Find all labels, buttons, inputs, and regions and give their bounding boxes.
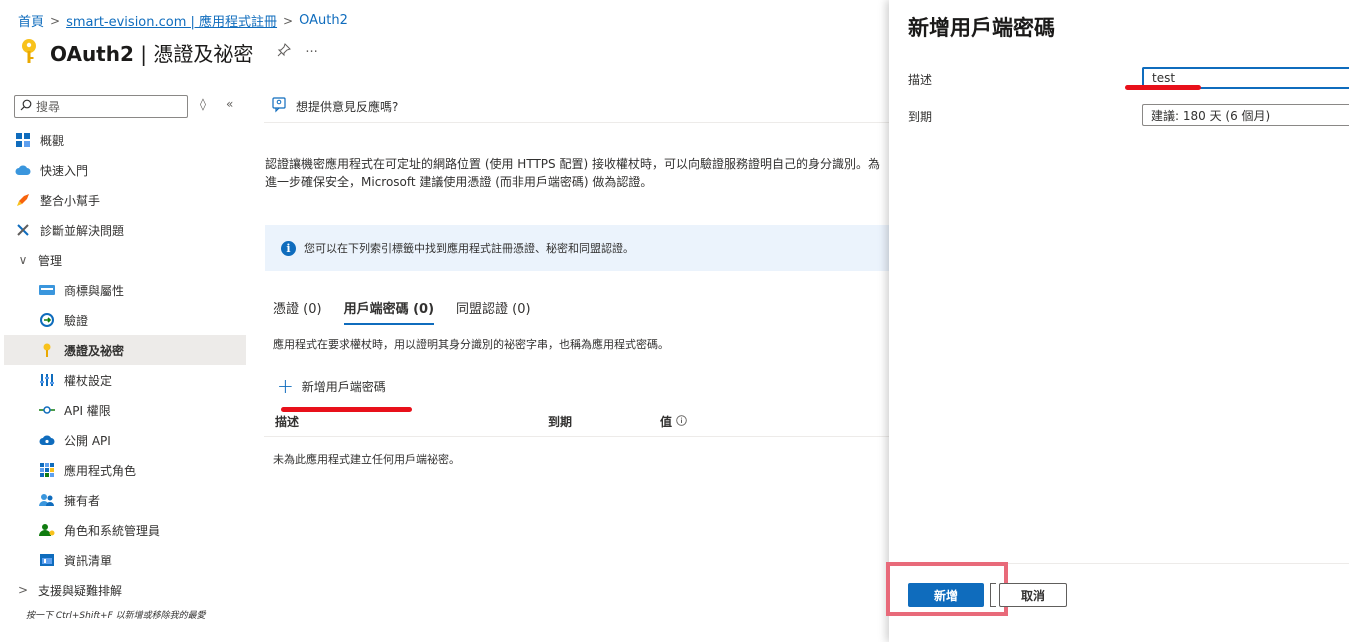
sidebar-item-api-permissions[interactable]: API 權限 (4, 395, 246, 425)
breadcrumb-separator: > (283, 13, 294, 28)
info-banner: i 您可以在下列索引標籤中找到應用程式註冊憑證、秘密和同盟認證。 (265, 225, 889, 271)
column-value: 值 (660, 413, 687, 430)
column-expires: 到期 (548, 415, 573, 429)
shortcut-hint: 按一下 Ctrl+Shift+F 以新增或移除我的最愛 (26, 611, 206, 621)
more-options-icon[interactable]: ··· (305, 45, 317, 60)
expires-dropdown[interactable]: 建議: 180 天 (6 個月) (1142, 104, 1349, 126)
annotation-underline (1125, 85, 1201, 90)
page-title: OAuth2 | 憑證及祕密 (50, 41, 254, 66)
column-description: 描述 (275, 415, 300, 429)
breadcrumb: 首頁 > smart-evision.com | 應用程式註冊 > OAuth2 (18, 11, 348, 30)
wrench-icon (14, 221, 32, 239)
api-permissions-icon (38, 401, 56, 419)
key-icon (38, 341, 56, 359)
sidebar-item-quickstart[interactable]: 快速入門 (4, 155, 246, 185)
tab-client-secrets[interactable]: 用戶端密碼 (0) (343, 298, 435, 325)
sidebar-item-branding[interactable]: 商標與屬性 (4, 275, 246, 305)
divider (264, 122, 889, 123)
cloud-icon (14, 161, 32, 179)
app-roles-icon (38, 461, 56, 479)
expires-label: 到期 (908, 110, 933, 124)
token-settings-icon (38, 371, 56, 389)
sidebar-group-support[interactable]: > 支援與疑難排解 (4, 575, 246, 605)
panel-title: 新增用戶端密碼 (908, 16, 1055, 40)
breadcrumb-app-registration[interactable]: smart-evision.com | 應用程式註冊 (66, 11, 277, 30)
feedback-link[interactable]: 想提供意見反應嗎? (272, 97, 398, 116)
tab-description: 應用程式在要求權杖時，用以證明其身分識別的祕密字串，也稱為應用程式密碼。 (273, 338, 669, 351)
sidebar-item-token-configuration[interactable]: 權杖設定 (4, 365, 246, 395)
plus-icon: + (277, 374, 294, 398)
tab-certificates[interactable]: 憑證 (0) (273, 298, 322, 325)
add-client-secret-panel: 新增用戶端密碼 描述 到期 建議: 180 天 (6 個月) 新增 取消 (886, 0, 1349, 642)
sidebar-item-overview[interactable]: 概觀 (4, 125, 246, 155)
empty-state-message: 未為此應用程式建立任何用戶端祕密。 (273, 453, 460, 466)
chevron-right-icon: > (17, 583, 29, 597)
search-input[interactable] (36, 99, 176, 114)
rocket-icon (14, 191, 32, 209)
sidebar-item-integration-assistant[interactable]: 整合小幫手 (4, 185, 246, 215)
branding-icon (38, 281, 56, 299)
divider (990, 583, 996, 607)
collapse-sidebar-icon[interactable]: « (226, 97, 233, 111)
admin-roles-icon (38, 521, 56, 539)
sidebar-item-app-roles[interactable]: 應用程式角色 (4, 455, 246, 485)
cancel-button[interactable]: 取消 (999, 583, 1067, 607)
users-icon (38, 491, 56, 509)
overview-icon (14, 131, 32, 149)
tab-federated-credentials[interactable]: 同盟認證 (0) (456, 298, 531, 325)
cloud-icon (38, 431, 56, 449)
feedback-icon (272, 97, 288, 116)
sidebar-item-manifest[interactable]: 資訊清單 (4, 545, 246, 575)
sidebar-item-authentication[interactable]: 驗證 (4, 305, 246, 335)
secrets-tabs: 憑證 (0) 用戶端密碼 (0) 同盟認證 (0) (273, 298, 531, 325)
breadcrumb-separator: > (50, 13, 61, 28)
add-button[interactable]: 新增 (908, 583, 984, 607)
sidebar-item-diagnose[interactable]: 診斷並解決問題 (4, 215, 246, 245)
sidebar-nav: 概觀 快速入門 整合小幫手 診斷並解決問題 ∨ 管理 商標與屬性 驗證 憑證及祕… (4, 125, 246, 605)
sidebar-item-certificates-secrets[interactable]: 憑證及祕密 (4, 335, 246, 365)
info-icon: i (281, 240, 296, 256)
sidebar-item-expose-api[interactable]: 公開 API (4, 425, 246, 455)
sidebar-group-manage[interactable]: ∨ 管理 (4, 245, 246, 275)
expand-collapse-icon[interactable]: ◊ (200, 97, 206, 111)
page-description: 認證讓機密應用程式在可定址的網路位置 (使用 HTTPS 配置) 接收權杖時，可… (265, 157, 880, 189)
page-header: OAuth2 | 憑證及祕密 ··· (18, 36, 318, 68)
key-icon (18, 37, 40, 68)
sidebar-item-owners[interactable]: 擁有者 (4, 485, 246, 515)
breadcrumb-home[interactable]: 首頁 (18, 11, 44, 30)
secrets-table-header: 描述 到期 值 (264, 404, 889, 437)
add-client-secret-button[interactable]: + 新增用戶端密碼 (277, 374, 386, 398)
search-icon (20, 99, 32, 114)
sidebar-item-roles-administrators[interactable]: 角色和系統管理員 (4, 515, 246, 545)
info-circle-icon[interactable] (676, 414, 687, 429)
sidebar-search[interactable] (14, 95, 188, 118)
breadcrumb-current[interactable]: OAuth2 (299, 13, 348, 28)
authentication-icon (38, 311, 56, 329)
description-label: 描述 (908, 73, 933, 87)
pin-icon[interactable] (277, 43, 292, 61)
manifest-icon (38, 551, 56, 569)
chevron-down-icon: ∨ (18, 253, 28, 267)
